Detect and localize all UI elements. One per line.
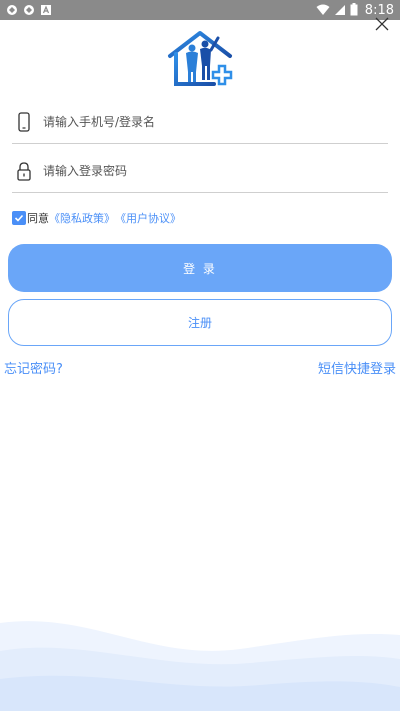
lock-icon: [14, 160, 34, 182]
phone-field: [12, 100, 388, 144]
user-agreement-link[interactable]: 《用户协议》: [115, 210, 181, 226]
phone-input[interactable]: [43, 106, 388, 137]
register-button[interactable]: 注册: [8, 299, 392, 346]
agree-label: 同意: [27, 212, 49, 225]
status-left: [6, 4, 52, 16]
login-button[interactable]: 登 录: [8, 244, 392, 292]
close-icon: [375, 17, 389, 31]
sync-icon: [23, 4, 35, 16]
font-icon: [40, 4, 52, 16]
agree-checkbox[interactable]: [12, 211, 26, 225]
phone-icon: [14, 111, 34, 133]
battery-icon: [350, 1, 358, 20]
app-logo: [166, 30, 234, 88]
house-family-medical-logo: [168, 31, 233, 86]
sms-login-link[interactable]: 短信快捷登录: [318, 358, 396, 377]
wifi-icon: [316, 1, 330, 20]
status-bar: 8:18: [0, 0, 400, 20]
forgot-password-link[interactable]: 忘记密码?: [4, 358, 63, 377]
password-input[interactable]: [43, 155, 388, 186]
close-button[interactable]: [374, 16, 390, 32]
privacy-policy-link[interactable]: 《隐私政策》: [49, 210, 115, 226]
background-waves: [0, 621, 400, 711]
signal-icon: [334, 1, 346, 20]
sync-icon: [6, 4, 18, 16]
password-field: [12, 149, 388, 193]
agreement-row: 同意 《隐私政策》 《用户协议》: [12, 210, 181, 226]
check-icon: [14, 214, 24, 222]
